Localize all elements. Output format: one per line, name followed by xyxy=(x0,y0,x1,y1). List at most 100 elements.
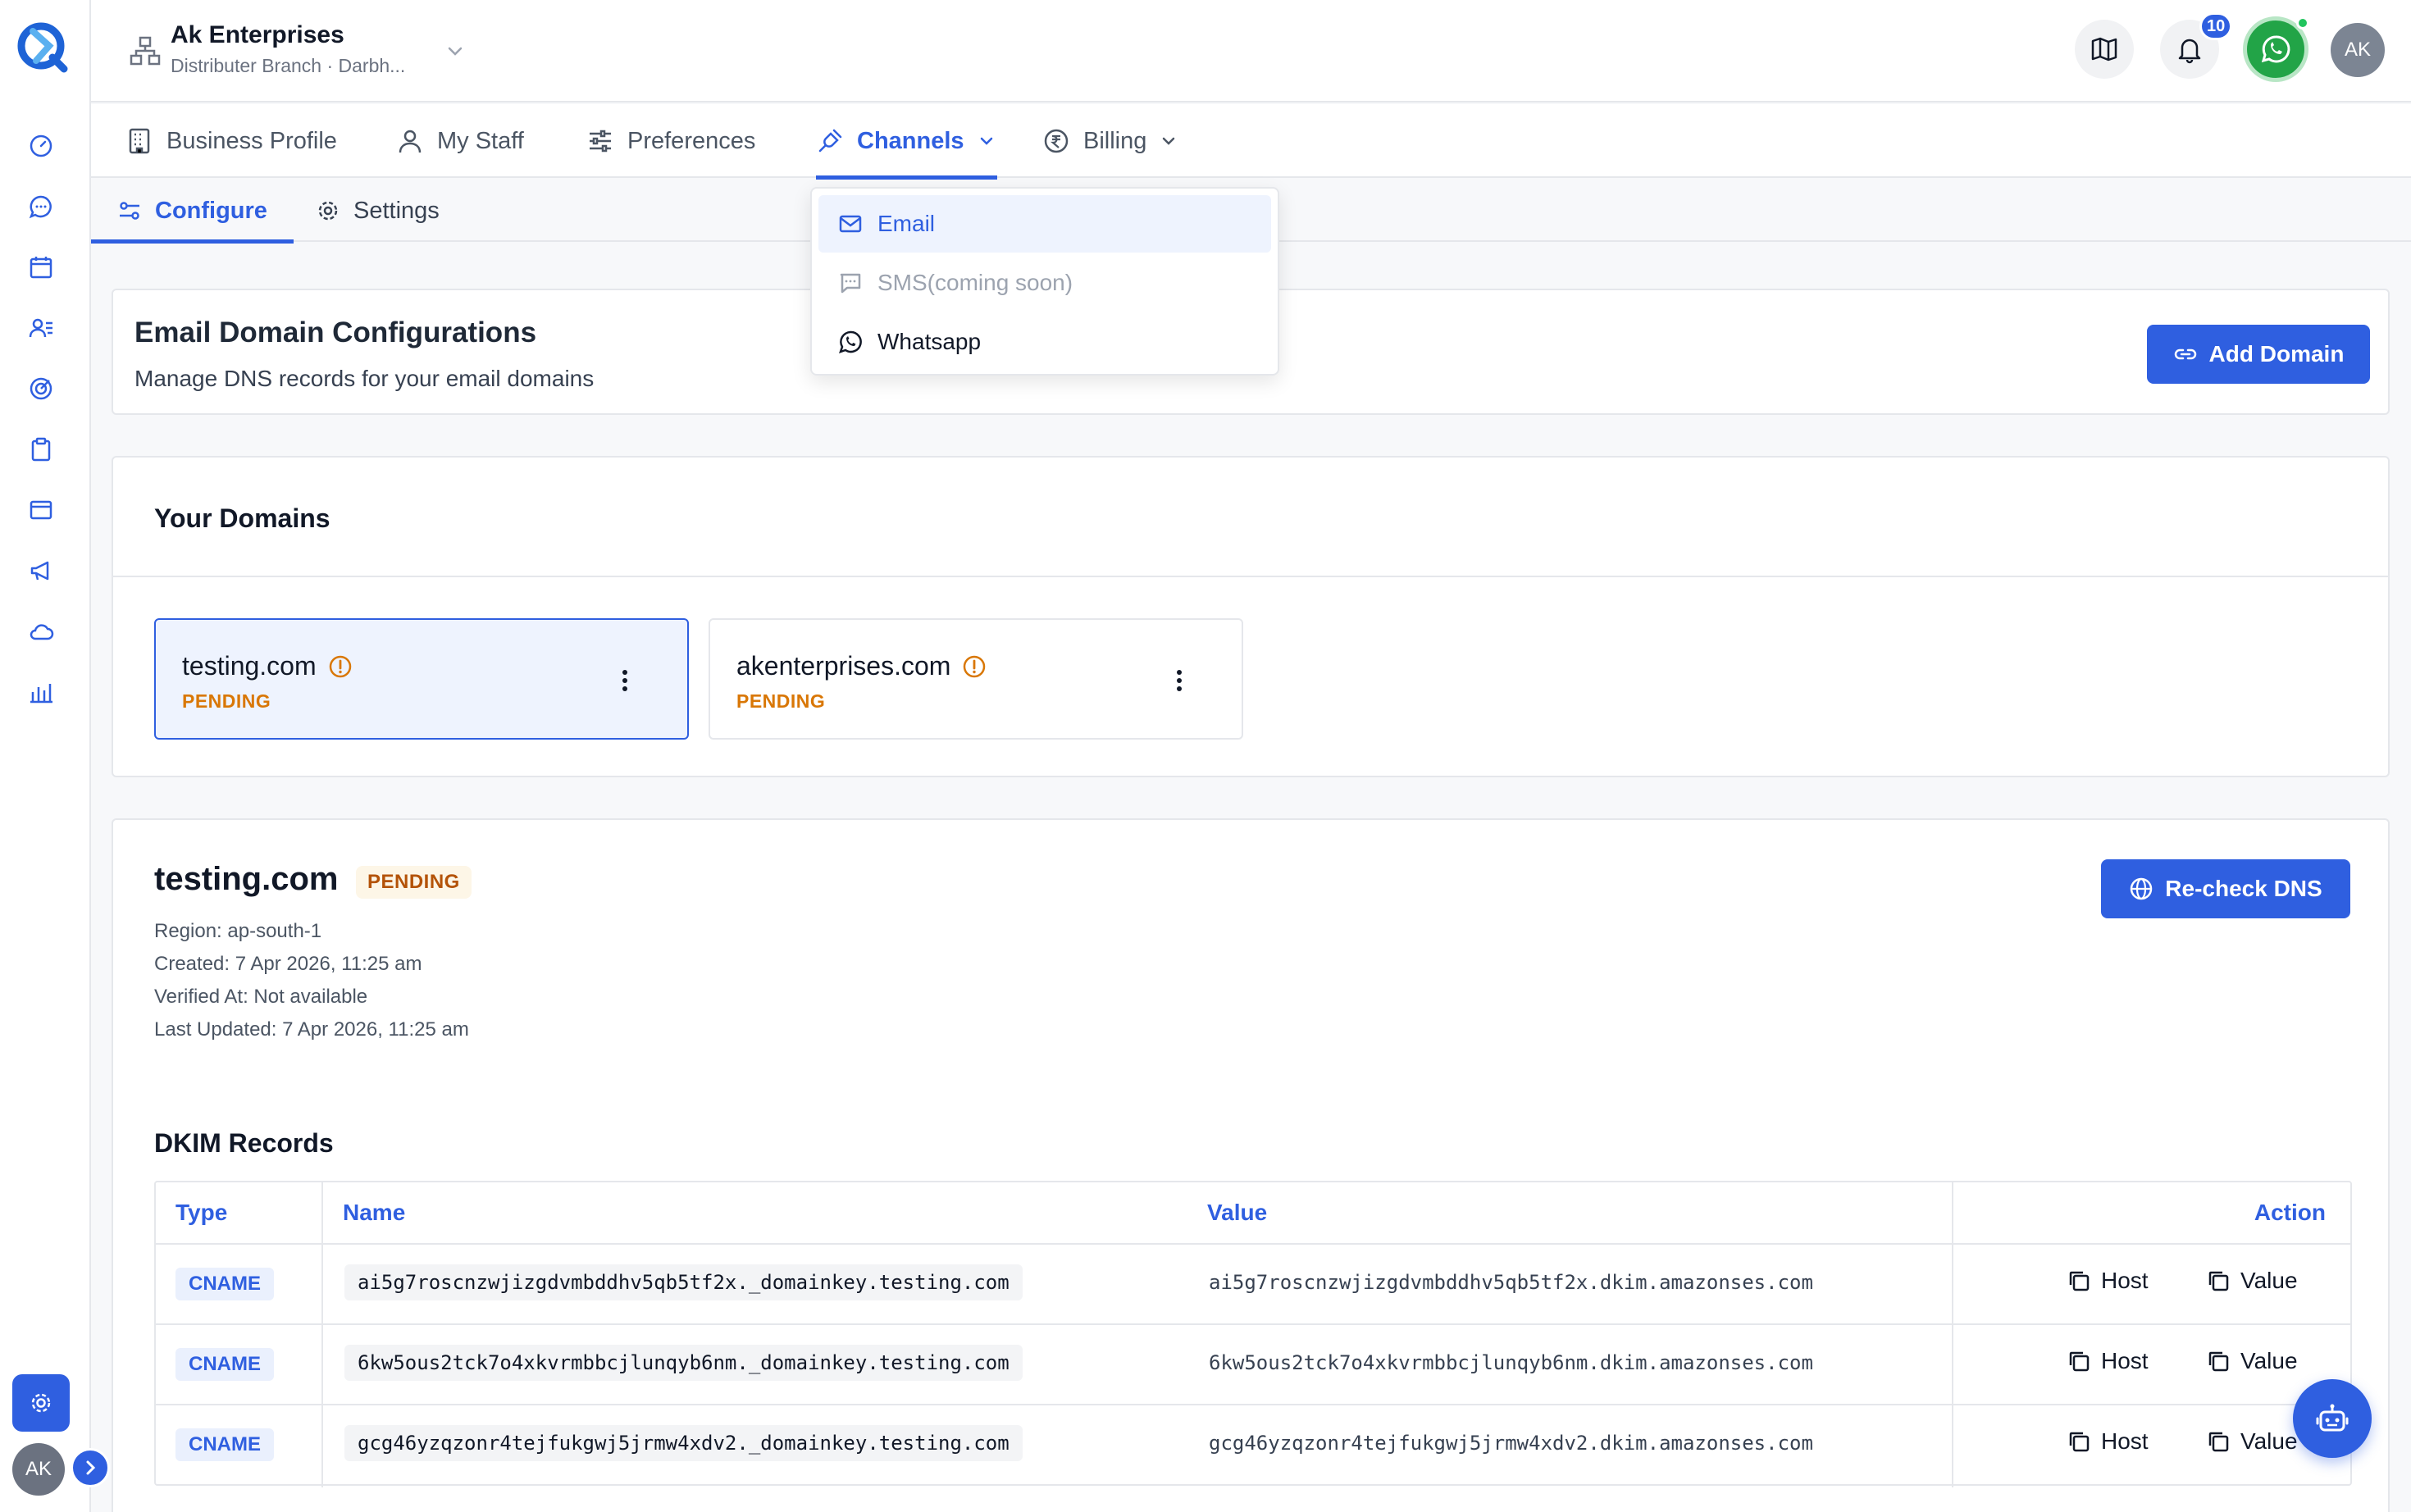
copy-value-button[interactable]: Value xyxy=(2206,1348,2298,1374)
cloud-icon[interactable] xyxy=(26,617,56,646)
settings-nav-button[interactable] xyxy=(12,1374,70,1432)
warning-icon xyxy=(964,655,986,677)
tab-business-profile[interactable]: Business Profile xyxy=(125,104,337,178)
chevron-right-icon xyxy=(86,1460,96,1475)
updated-text: Last Updated: 7 Apr 2026, 11:25 am xyxy=(154,1018,469,1041)
calendar-icon[interactable] xyxy=(26,253,56,282)
menu-item-whatsapp[interactable]: Whatsapp xyxy=(818,313,1271,371)
page-title: Email Domain Configurations xyxy=(134,317,537,348)
bell-icon xyxy=(2178,39,2201,64)
domain-card-testing[interactable]: testing.com PENDING xyxy=(154,618,689,740)
domain-card-akenterprises[interactable]: akenterprises.com PENDING xyxy=(709,618,1243,740)
channels-dropdown-menu: Email SMS(coming soon) Whatsapp xyxy=(810,187,1279,376)
tab-billing[interactable]: Billing xyxy=(1042,104,1178,178)
divider xyxy=(156,1323,2350,1325)
add-domain-button[interactable]: Add Domain xyxy=(2147,325,2370,384)
your-domains-card: Your Domains testing.com PENDING akenter… xyxy=(112,456,2390,777)
column-header-type: Type xyxy=(175,1200,228,1225)
dashboard-icon[interactable] xyxy=(26,131,56,161)
domain-status: PENDING xyxy=(736,690,826,712)
gear-icon xyxy=(31,1393,51,1413)
record-name: 6kw5ous2tck7o4xkvrmbbcjlunqyb6nm._domain… xyxy=(344,1345,1023,1381)
copy-icon xyxy=(2069,1271,2090,1291)
detail-domain-name: testing.com xyxy=(154,861,339,897)
domains-title: Your Domains xyxy=(154,503,330,533)
record-name: gcg46yzqzonr4tejfukgwj5jrmw4xdv2._domain… xyxy=(344,1425,1023,1461)
tab-label: Settings xyxy=(353,197,440,224)
warning-icon xyxy=(329,655,351,677)
org-hierarchy-icon xyxy=(129,34,162,67)
page-subtitle: Manage DNS records for your email domain… xyxy=(134,366,595,391)
app-root: AK Ak Enterprises Distributer Branch · D… xyxy=(0,0,2411,1512)
copy-value-label: Value xyxy=(2240,1268,2298,1293)
rail-avatar[interactable]: AK xyxy=(12,1443,65,1496)
app-logo[interactable] xyxy=(13,18,72,77)
menu-item-label: Whatsapp xyxy=(877,329,982,354)
status-badge: PENDING xyxy=(356,866,472,899)
tab-label: Channels xyxy=(857,127,964,154)
megaphone-icon[interactable] xyxy=(26,556,56,585)
assistant-bot-button[interactable] xyxy=(2293,1379,2372,1458)
divider xyxy=(1952,1182,1953,1487)
robot-icon xyxy=(2316,1404,2349,1432)
add-domain-label: Add Domain xyxy=(2208,341,2345,367)
chevron-down-icon xyxy=(980,137,992,145)
rupee-icon xyxy=(1044,129,1069,153)
menu-item-email[interactable]: Email xyxy=(818,195,1271,253)
copy-icon xyxy=(2208,1351,2229,1372)
region-text: Region: ap-south-1 xyxy=(154,920,322,942)
more-vertical-icon[interactable] xyxy=(612,666,638,695)
chevron-down-icon xyxy=(1163,137,1175,145)
copy-host-label: Host xyxy=(2101,1268,2149,1293)
copy-value-button[interactable]: Value xyxy=(2206,1268,2298,1294)
copy-icon xyxy=(2208,1271,2229,1291)
copy-host-button[interactable]: Host xyxy=(2067,1268,2149,1294)
dkim-records-title: DKIM Records xyxy=(154,1128,334,1158)
copy-host-button[interactable]: Host xyxy=(2067,1428,2149,1455)
sliders-icon xyxy=(590,130,611,153)
record-type-badge: CNAME xyxy=(175,1348,274,1381)
recheck-dns-label: Re-check DNS xyxy=(2165,876,2322,901)
copy-host-button[interactable]: Host xyxy=(2067,1348,2149,1374)
plug-icon xyxy=(818,129,842,153)
target-icon[interactable] xyxy=(26,374,56,403)
domain-name: testing.com xyxy=(182,651,353,681)
record-value: 6kw5ous2tck7o4xkvrmbbcjlunqyb6nm.dkim.am… xyxy=(1209,1351,1813,1374)
user-icon xyxy=(399,130,422,153)
map-button[interactable] xyxy=(2075,20,2134,79)
whatsapp-icon xyxy=(2261,35,2290,63)
recheck-dns-button[interactable]: Re-check DNS xyxy=(2101,859,2350,918)
tab-channels[interactable]: Channels xyxy=(816,104,997,180)
expand-rail-button[interactable] xyxy=(71,1448,110,1487)
chevron-down-icon[interactable] xyxy=(444,39,467,62)
tab-label: Configure xyxy=(155,197,267,224)
chat-icon[interactable] xyxy=(26,192,56,221)
clipboard-icon[interactable] xyxy=(26,435,56,464)
configure-icon xyxy=(120,202,139,220)
record-type-badge: CNAME xyxy=(175,1428,274,1461)
globe-icon xyxy=(2131,877,2153,900)
record-value: gcg46yzqzonr4tejfukgwj5jrmw4xdv2.dkim.am… xyxy=(1209,1432,1813,1455)
tab-my-staff[interactable]: My Staff xyxy=(396,104,524,178)
tab-configure[interactable]: Configure xyxy=(91,180,294,244)
divider xyxy=(321,1182,323,1487)
column-header-value: Value xyxy=(1207,1200,1268,1225)
org-branch: Distributer Branch · Darbh... xyxy=(171,55,406,76)
copy-value-label: Value xyxy=(2240,1428,2298,1454)
more-vertical-icon[interactable] xyxy=(1166,666,1192,695)
record-type-badge: CNAME xyxy=(175,1268,274,1300)
tab-preferences[interactable]: Preferences xyxy=(586,104,755,178)
card-icon[interactable] xyxy=(26,495,56,525)
tab-settings[interactable]: Settings xyxy=(316,180,440,242)
map-icon xyxy=(2091,37,2117,61)
mail-icon xyxy=(839,215,862,233)
divider xyxy=(156,1404,2350,1405)
contacts-icon[interactable] xyxy=(26,313,56,343)
dkim-records-table: Type Name Value Action CNAME ai5g7roscnz… xyxy=(154,1181,2352,1487)
org-name[interactable]: Ak Enterprises xyxy=(171,21,344,49)
gear-icon xyxy=(318,201,338,221)
bar-chart-icon[interactable] xyxy=(26,677,56,707)
user-avatar[interactable]: AK xyxy=(2331,23,2385,77)
domain-name-text: akenterprises.com xyxy=(736,651,951,681)
copy-value-button[interactable]: Value xyxy=(2206,1428,2298,1455)
